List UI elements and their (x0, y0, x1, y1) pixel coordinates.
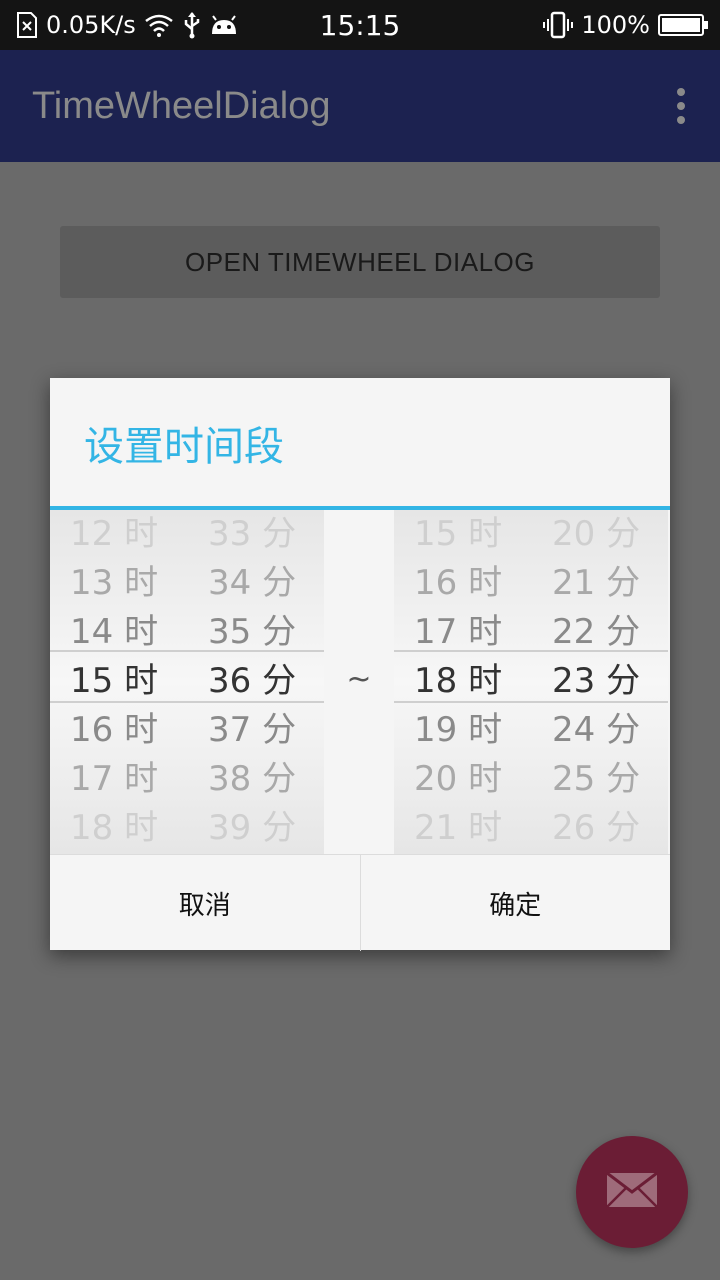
start-hour-item[interactable]: 12 时 (70, 510, 158, 559)
android-debug-icon (210, 10, 238, 40)
start-hour-item-selected[interactable]: 15 时 (70, 657, 158, 706)
usb-icon (182, 10, 202, 40)
start-minute-item[interactable]: 35 分 (208, 608, 296, 657)
start-hour-item[interactable]: 17 时 (70, 755, 158, 804)
mail-icon (606, 1171, 658, 1212)
end-hour-item[interactable]: 21 时 (414, 804, 502, 853)
end-minute-item[interactable]: 26 分 (552, 804, 640, 853)
start-hour-item[interactable]: 18 时 (70, 804, 158, 853)
dialog-button-row: 取消 确定 (50, 854, 670, 951)
end-hour-item[interactable]: 16 时 (414, 559, 502, 608)
end-minute-item[interactable]: 22 分 (552, 608, 640, 657)
app-title: TimeWheelDialog (32, 84, 331, 127)
start-time-wheel[interactable]: 12 时 13 时 14 时 15 时 16 时 17 时 18 时 33 分 34 分 35 分… (50, 510, 324, 854)
end-hour-item[interactable]: 15 时 (414, 510, 502, 559)
end-hour-item[interactable]: 19 时 (414, 706, 502, 755)
battery-icon (658, 14, 708, 36)
vibrate-icon (543, 10, 574, 40)
start-minute-item-selected[interactable]: 36 分 (208, 657, 296, 706)
start-minute-item[interactable]: 37 分 (208, 706, 296, 755)
mail-fab-button[interactable] (576, 1136, 688, 1248)
start-minute-item[interactable]: 39 分 (208, 804, 296, 853)
more-vert-icon[interactable] (676, 88, 686, 124)
battery-percent: 100% (581, 11, 650, 39)
end-minute-item[interactable]: 25 分 (552, 755, 640, 804)
start-hour-item[interactable]: 14 时 (70, 608, 158, 657)
network-speed: 0.05K/s (46, 11, 136, 39)
confirm-button[interactable]: 确定 (359, 855, 671, 951)
end-hour-item-selected[interactable]: 18 时 (414, 657, 502, 706)
dialog-title: 设置时间段 (84, 424, 284, 470)
status-bar: 0.05K/s 15:15 100% (0, 0, 720, 50)
time-range-dialog: 设置时间段 12 时 13 时 14 时 15 时 16 时 17 时 18 时 33 分 34… (50, 378, 670, 951)
start-hour-item[interactable]: 16 时 (70, 706, 158, 755)
app-bar: TimeWheelDialog (0, 50, 720, 162)
end-hour-item[interactable]: 17 时 (414, 608, 502, 657)
end-minute-item[interactable]: 24 分 (552, 706, 640, 755)
start-hour-item[interactable]: 13 时 (70, 559, 158, 608)
range-separator: ~ (346, 662, 372, 697)
sim-missing-icon (16, 10, 38, 40)
open-timewheel-dialog-button[interactable]: OPEN TIMEWHEEL DIALOG (60, 226, 660, 298)
wifi-icon (144, 10, 174, 40)
end-minute-item[interactable]: 20 分 (552, 510, 640, 559)
cancel-button[interactable]: 取消 (50, 855, 360, 951)
end-hour-item[interactable]: 20 时 (414, 755, 502, 804)
start-minute-item[interactable]: 33 分 (208, 510, 296, 559)
end-time-wheel[interactable]: 15 时 16 时 17 时 18 时 19 时 20 时 21 时 20 分 21 分 22 分… (394, 510, 668, 854)
start-minute-item[interactable]: 38 分 (208, 755, 296, 804)
start-minute-item[interactable]: 34 分 (208, 559, 296, 608)
end-minute-item[interactable]: 21 分 (552, 559, 640, 608)
end-minute-item-selected[interactable]: 23 分 (552, 657, 640, 706)
